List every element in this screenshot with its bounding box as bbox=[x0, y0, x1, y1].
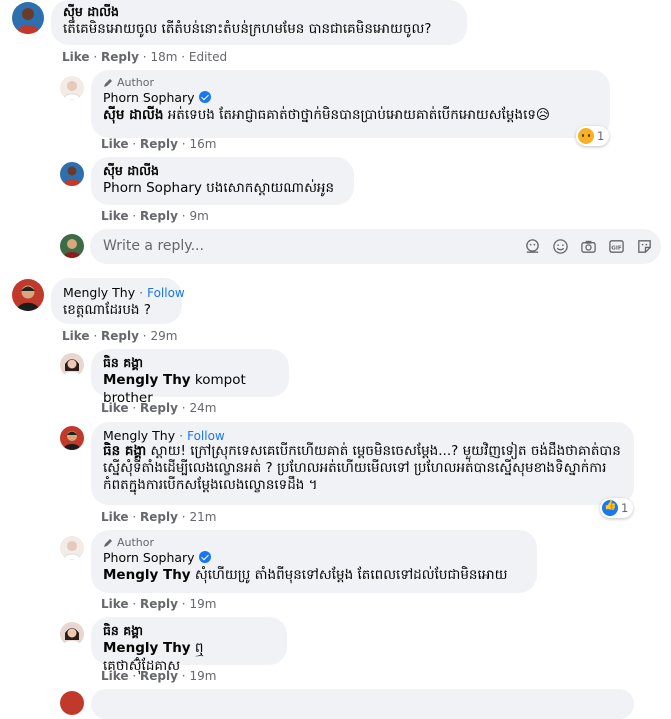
reply-button[interactable]: Reply bbox=[140, 510, 178, 524]
comment-text: ខេត្តណាដែរបង ? bbox=[63, 302, 151, 318]
reply-bubble: Mengly Thy · Follow ធិន គង្គា ស្តាយ! ក្រ… bbox=[91, 422, 634, 505]
gif-icon[interactable]: GIF bbox=[608, 238, 625, 255]
reply-input[interactable] bbox=[101, 237, 485, 255]
verified-badge-icon bbox=[198, 551, 211, 563]
reply-bubble: ធិន គង្គា Mengly Thy ឮគេថាស៊ុំដែគាស bbox=[91, 617, 287, 674]
reaction-summary[interactable]: 1 bbox=[576, 126, 610, 146]
comment-text: តើគេមិនអោយចូល តើតំបន់នោះតំបន់ក្រហមមែន បា… bbox=[63, 21, 432, 37]
svg-text:GIF: GIF bbox=[611, 245, 622, 251]
sticker-icon[interactable] bbox=[636, 238, 653, 255]
like-button[interactable]: Like bbox=[62, 329, 90, 343]
reply-actions: Like · Reply · 19m bbox=[101, 669, 217, 683]
mention-tag[interactable]: ធិន គង្គា bbox=[103, 443, 146, 459]
like-button[interactable]: Like bbox=[101, 209, 129, 223]
reply-actions: Like · Reply · 19m bbox=[101, 597, 217, 611]
pencil-icon bbox=[104, 79, 112, 87]
mention-tag[interactable]: Mengly Thy bbox=[103, 372, 191, 388]
timestamp[interactable]: 19m bbox=[189, 669, 216, 683]
reply-button[interactable]: Reply bbox=[140, 209, 178, 223]
reply-button[interactable]: Reply bbox=[140, 669, 178, 683]
avatar[interactable] bbox=[60, 76, 84, 100]
commenter-name[interactable]: Phorn Sophary bbox=[103, 550, 525, 566]
comment-bubble: Mengly Thy · Follow ខេត្តណាដែរបង ? bbox=[51, 278, 185, 324]
author-badge: Author bbox=[103, 536, 525, 550]
edited-label: Edited bbox=[188, 50, 228, 64]
commenter-name[interactable]: ធិន គង្គា bbox=[103, 623, 275, 639]
reply-actions: Like · Reply · 9m bbox=[101, 209, 209, 223]
reply-text: Mengly Thy សុំហើយប្រូ តាំងពីមុនទៅសម្ដែង … bbox=[103, 567, 508, 583]
like-reaction-icon bbox=[602, 500, 618, 516]
reply-text: ធិន គង្គា ស្តាយ! ក្រៅស្រុកទេសគេបើកហើយគាត… bbox=[103, 443, 621, 493]
commenter-name[interactable]: ធិន គង្គា bbox=[103, 355, 277, 371]
mention-tag[interactable]: Mengly Thy bbox=[103, 640, 191, 656]
timestamp[interactable]: 19m bbox=[189, 597, 216, 611]
pencil-icon bbox=[104, 539, 112, 547]
like-button[interactable]: Like bbox=[101, 401, 129, 415]
comment-bubble: ស៊ីម ដាលីង តើគេមិនអោយចូល តើតំបន់នោះតំបន់… bbox=[51, 0, 467, 45]
commenter-name[interactable]: Mengly Thy · Follow bbox=[63, 285, 185, 301]
like-button[interactable]: Like bbox=[101, 510, 129, 524]
avatar[interactable] bbox=[12, 2, 44, 34]
reply-text: ស៊ីម ដាលីង អត់ទេបង តែអាជ្ញាធគាត់ថាថ្នាក់… bbox=[103, 107, 550, 123]
mention-tag[interactable]: Mengly Thy bbox=[103, 567, 191, 583]
sad-reaction-icon bbox=[578, 128, 594, 144]
avatar[interactable] bbox=[60, 691, 84, 715]
like-button[interactable]: Like bbox=[101, 669, 129, 683]
avatar[interactable] bbox=[60, 536, 84, 560]
reply-actions: Like · Reply · 24m bbox=[101, 401, 217, 415]
reply-actions: Like · Reply · 21m bbox=[101, 510, 217, 524]
timestamp[interactable]: 16m bbox=[189, 137, 216, 151]
avatar[interactable] bbox=[60, 353, 84, 377]
reply-actions: Like · Reply · 16m bbox=[101, 137, 217, 151]
emoji-icon[interactable] bbox=[552, 238, 569, 255]
reply-button[interactable]: Reply bbox=[101, 50, 139, 64]
mention-tag[interactable]: Phorn Sophary bbox=[103, 180, 202, 196]
like-button[interactable]: Like bbox=[101, 137, 129, 151]
comment-actions: Like · Reply · 29m bbox=[62, 329, 178, 343]
like-button[interactable]: Like bbox=[101, 597, 129, 611]
commenter-name[interactable]: ស៊ីម ដាលីង bbox=[103, 163, 342, 179]
reply-bubble: Author Phorn Sophary Mengly Thy សុំហើយប្… bbox=[91, 530, 537, 593]
reply-bubble: ស៊ីម ដាលីង Phorn Sophary បងសោកស្តាយណាស់អ… bbox=[91, 157, 354, 205]
camera-icon[interactable] bbox=[580, 238, 597, 255]
mention-tag[interactable]: ស៊ីម ដាលីង bbox=[103, 107, 163, 123]
timestamp[interactable]: 29m bbox=[150, 329, 177, 343]
verified-badge-icon bbox=[198, 91, 211, 103]
timestamp[interactable]: 24m bbox=[189, 401, 216, 415]
avatar[interactable] bbox=[60, 622, 84, 646]
current-user-avatar bbox=[60, 234, 84, 258]
timestamp[interactable]: 18m bbox=[150, 50, 177, 64]
reply-button[interactable]: Reply bbox=[140, 401, 178, 415]
reply-button[interactable]: Reply bbox=[101, 329, 139, 343]
timestamp[interactable]: 21m bbox=[189, 510, 216, 524]
comment-actions: Like · Reply · 18m · Edited bbox=[62, 50, 228, 64]
reaction-summary[interactable]: 1 bbox=[600, 498, 634, 518]
avatar[interactable] bbox=[60, 162, 84, 186]
timestamp[interactable]: 9m bbox=[189, 209, 208, 223]
reply-bubble bbox=[91, 689, 634, 719]
reply-button[interactable]: Reply bbox=[140, 137, 178, 151]
author-badge: Author bbox=[103, 76, 598, 90]
avatar[interactable] bbox=[60, 426, 84, 450]
reply-bubble: Author Phorn Sophary ស៊ីម ដាលីង អត់ទេបង … bbox=[91, 70, 610, 138]
like-button[interactable]: Like bbox=[62, 50, 90, 64]
avatar-sticker-icon[interactable] bbox=[524, 238, 541, 255]
avatar[interactable] bbox=[12, 279, 44, 311]
reply-bubble: ធិន គង្គា Mengly Thy kompot brother bbox=[91, 349, 289, 406]
commenter-name[interactable]: Mengly Thy · Follow bbox=[103, 429, 622, 444]
follow-link[interactable]: Follow bbox=[187, 429, 225, 443]
follow-link[interactable]: Follow bbox=[147, 286, 185, 300]
reply-composer: GIF bbox=[90, 229, 661, 264]
reply-text: Phorn Sophary បងសោកស្តាយណាស់អូន bbox=[103, 180, 335, 196]
reply-button[interactable]: Reply bbox=[140, 597, 178, 611]
commenter-name[interactable]: ស៊ីម ដាលីង bbox=[63, 4, 455, 20]
commenter-name[interactable]: Phorn Sophary bbox=[103, 90, 598, 106]
